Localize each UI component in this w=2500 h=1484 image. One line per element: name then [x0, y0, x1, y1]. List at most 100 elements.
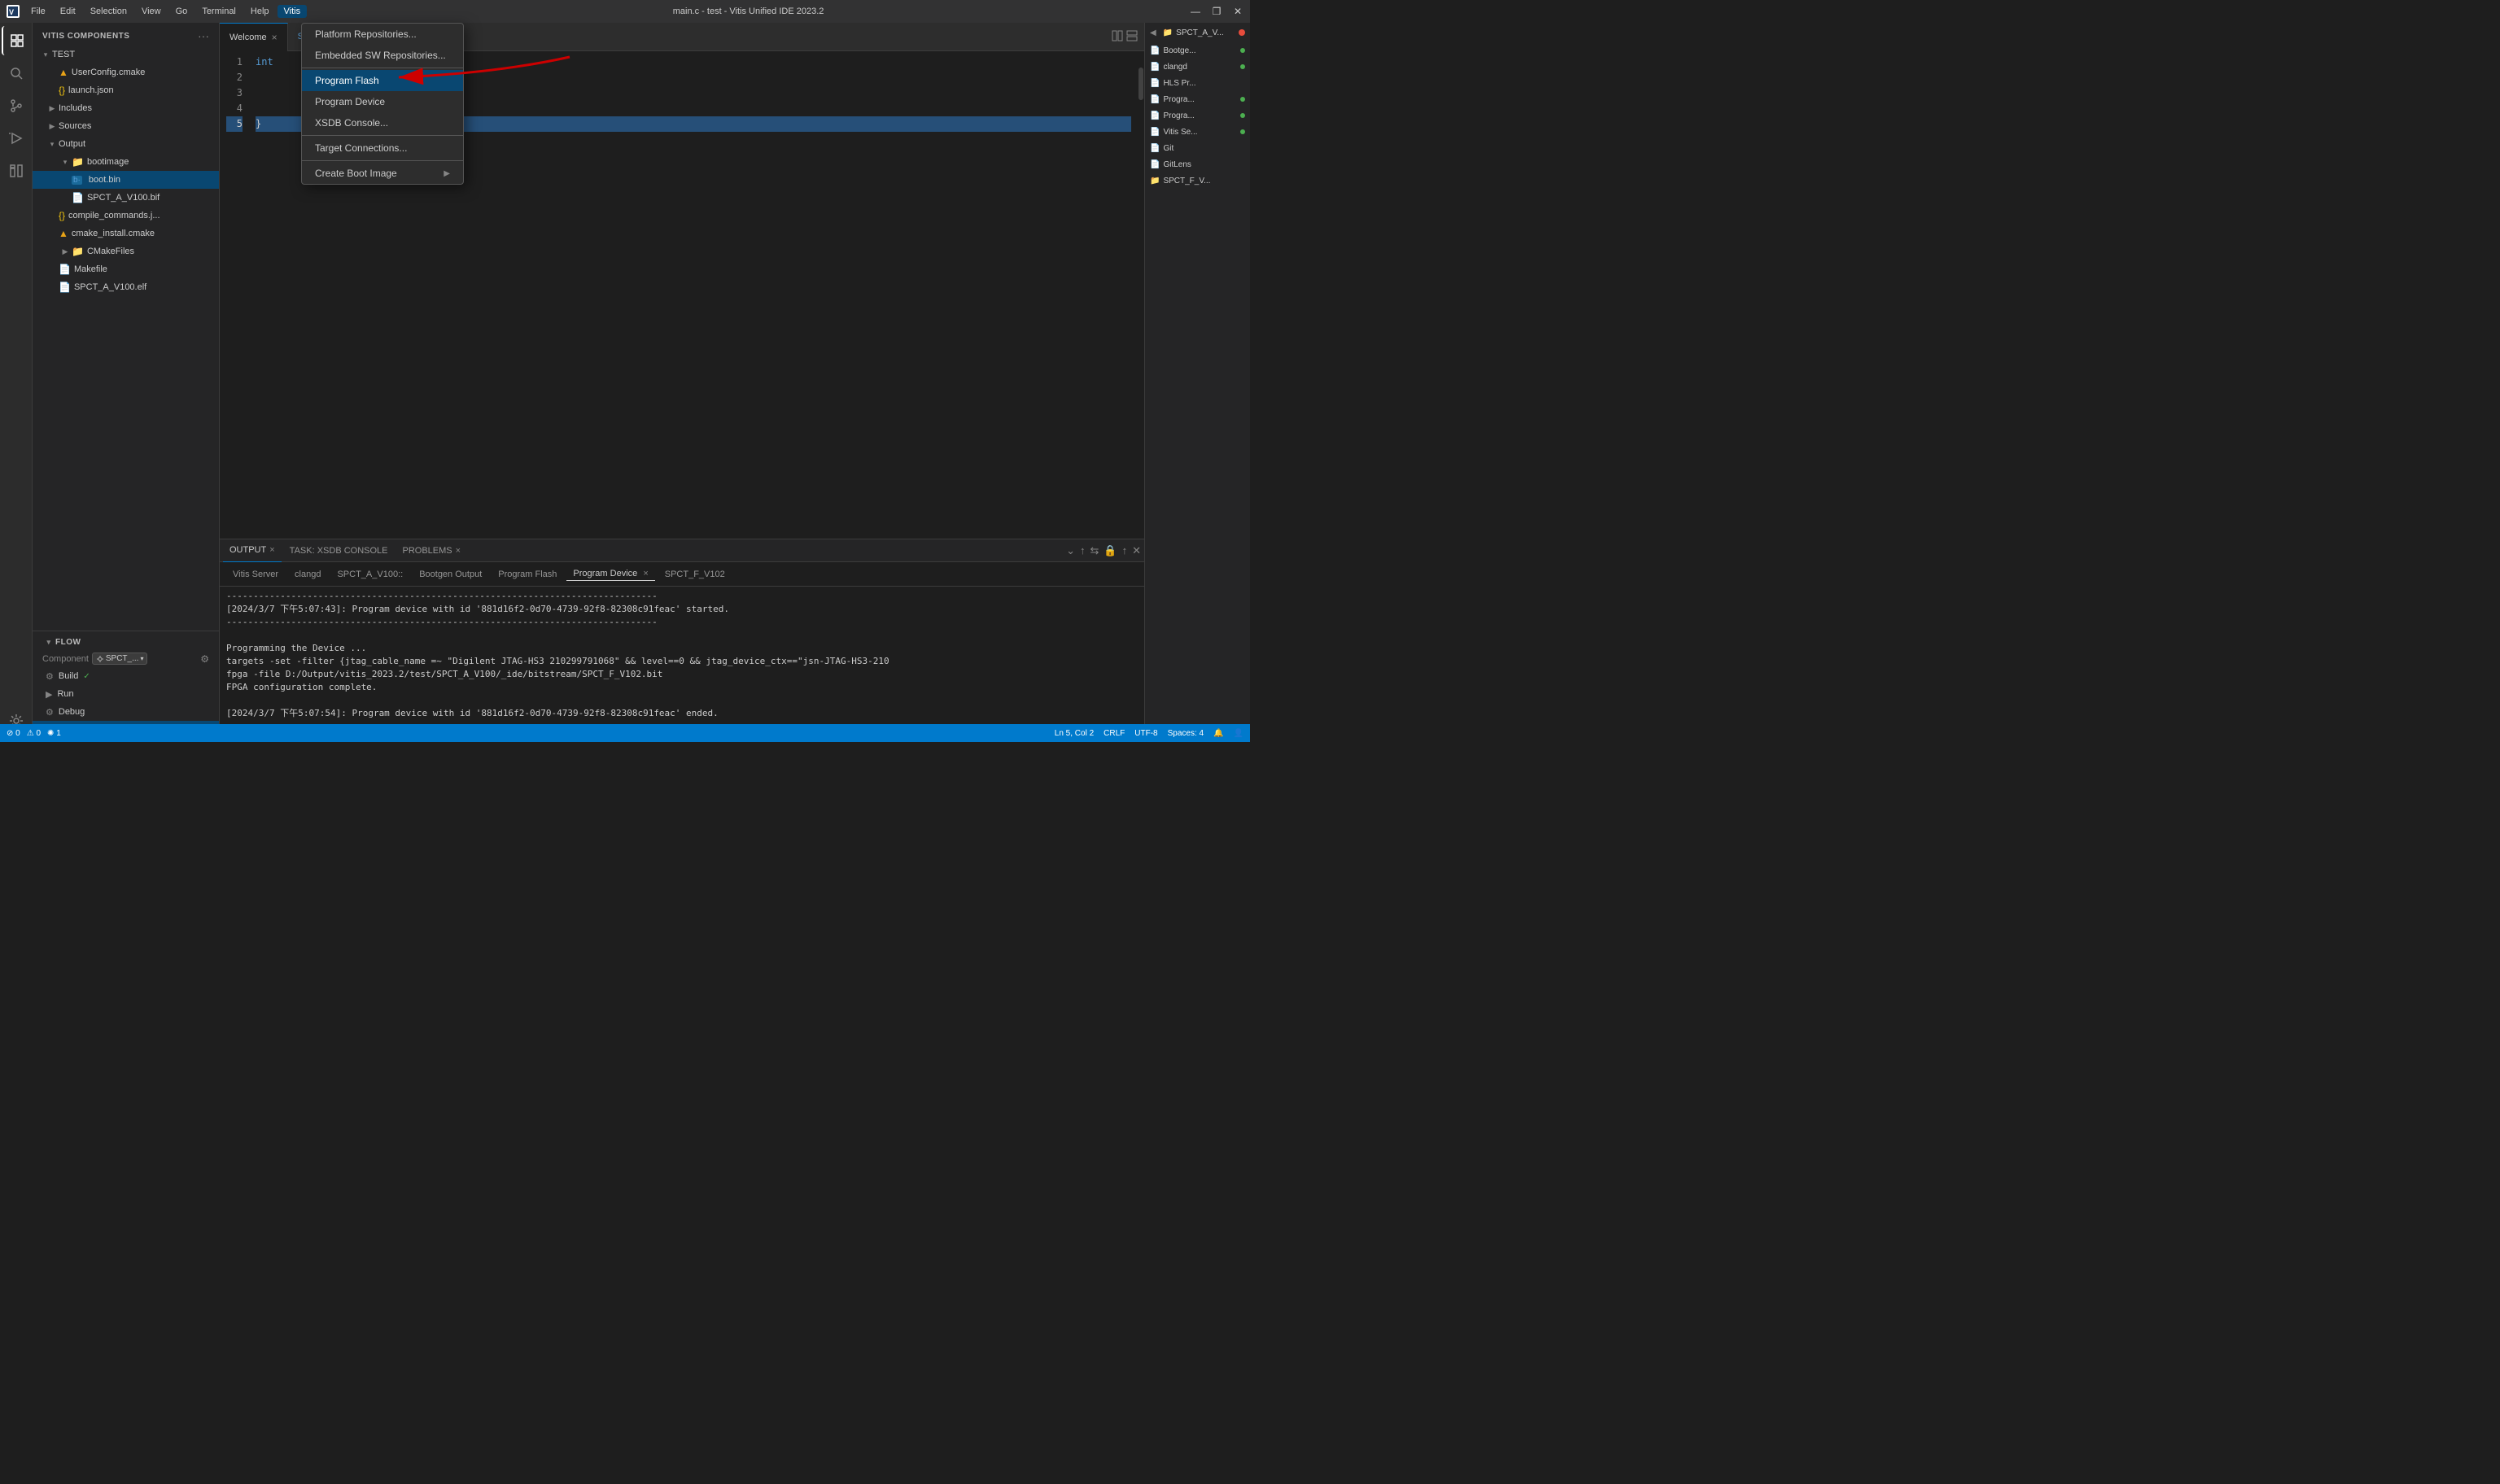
menu-embedded-sw-repos[interactable]: Embedded SW Repositories... [302, 45, 463, 66]
activity-extensions[interactable] [2, 156, 31, 186]
tree-label-bootbin: boot.bin [89, 175, 120, 185]
menu-file[interactable]: File [24, 5, 52, 18]
menu-target-connections[interactable]: Target Connections... [302, 137, 463, 159]
tree-item-launch[interactable]: {} launch.json [33, 81, 219, 99]
tree-item-makefile[interactable]: 📄 Makefile [33, 260, 219, 278]
panel-wrap-icon[interactable]: ⇆ [1090, 544, 1099, 557]
menu-edit[interactable]: Edit [54, 5, 82, 18]
editor-scroll-thumb[interactable] [1139, 68, 1143, 100]
minimize-button[interactable]: — [1190, 6, 1201, 17]
tree-item-elf[interactable]: 📄 SPCT_A_V100.elf [33, 278, 219, 296]
tree-root[interactable]: ▾ TEST [33, 46, 219, 63]
panel-tabs: OUTPUT × TASK: XSDB CONSOLE PROBLEMS × ⌄… [220, 539, 1144, 562]
tree-item-userconfig[interactable]: ▲ UserConfig.cmake [33, 63, 219, 81]
panel-tab-problems[interactable]: PROBLEMS × [396, 539, 468, 562]
sub-tab-clangd[interactable]: clangd [288, 568, 327, 581]
status-user-icon[interactable]: 👤 [1234, 729, 1243, 738]
editor-tab-welcome[interactable]: Welcome × [220, 23, 288, 51]
sub-tab-program-device-close[interactable]: × [643, 569, 648, 578]
flow-action-debug[interactable]: ⚙ Debug [33, 703, 219, 721]
right-panel-item-progra1[interactable]: 📄 Progra... [1145, 91, 1250, 107]
output-content[interactable]: ----------------------------------------… [220, 587, 1144, 742]
panel-expand-icon[interactable]: ⌄ [1066, 544, 1075, 557]
activity-explorer[interactable] [2, 26, 31, 55]
code-keyword-int: int [256, 55, 273, 70]
tab-welcome-close[interactable]: × [272, 32, 278, 43]
flow-action-build[interactable]: ⚙ Build ✓ [33, 667, 219, 685]
tree-item-bootimage[interactable]: ▾ 📁 bootimage [33, 153, 219, 171]
activity-search[interactable] [2, 59, 31, 88]
sub-tab-vitis-server[interactable]: Vitis Server [226, 568, 285, 581]
sub-tab-program-flash[interactable]: Program Flash [492, 568, 563, 581]
panel-collapse-icon[interactable]: ↑ [1080, 544, 1086, 556]
activity-run[interactable] [2, 124, 31, 153]
tree-item-compile[interactable]: {} compile_commands.j... [33, 207, 219, 225]
tree-item-output[interactable]: ▾ Output [33, 135, 219, 153]
right-panel-item-git[interactable]: 📄 Git [1145, 140, 1250, 156]
maximize-button[interactable]: ❐ [1211, 6, 1222, 17]
right-panel-item-clangd[interactable]: 📄 clangd [1145, 59, 1250, 75]
flow-action-run[interactable]: ▶ Run [33, 685, 219, 703]
panel-tab-problems-close[interactable]: × [456, 546, 461, 556]
panel-tab-xsdb[interactable]: TASK: XSDB CONSOLE [283, 539, 395, 562]
activity-source-control[interactable] [2, 91, 31, 120]
menu-program-device[interactable]: Program Device [302, 91, 463, 112]
submenu-arrow-icon: ▶ [444, 169, 450, 178]
right-panel-item-bootgen[interactable]: 📄 Bootge... [1145, 42, 1250, 59]
right-panel-hls-label: HLS Pr... [1163, 79, 1195, 88]
sidebar-title: VITIS COMPONENTS [42, 32, 129, 41]
tree-item-includes[interactable]: ▶ Includes [33, 99, 219, 117]
output-line-6: targets -set -filter {jtag_cable_name =~… [226, 655, 1138, 668]
menu-program-flash[interactable]: Program Flash [302, 70, 463, 91]
menu-terminal[interactable]: Terminal [195, 5, 243, 18]
right-panel-expand-icon[interactable]: ◀ [1150, 28, 1156, 37]
component-select[interactable]: SPCT_... ▾ [92, 653, 148, 665]
right-panel-item-gitlens[interactable]: 📄 GitLens [1145, 156, 1250, 172]
right-panel-item-spctf[interactable]: 📁 SPCT_F_V... [1145, 172, 1250, 189]
menu-view[interactable]: View [135, 5, 168, 18]
sub-tab-program-device[interactable]: Program Device × [566, 567, 654, 581]
panel-close-icon[interactable]: ✕ [1132, 544, 1141, 557]
menu-create-boot-image[interactable]: Create Boot Image ▶ [302, 163, 463, 184]
panel-lock-icon[interactable]: 🔒 [1104, 544, 1117, 557]
panel-tab-output[interactable]: OUTPUT × [223, 539, 282, 562]
status-encoding: UTF-8 [1134, 729, 1157, 738]
right-panel-item-progra2[interactable]: 📄 Progra... [1145, 107, 1250, 124]
menu-vitis[interactable]: Vitis [278, 5, 308, 18]
right-panel-item-hls[interactable]: 📄 HLS Pr... [1145, 75, 1250, 91]
panel-up-icon[interactable]: ↑ [1122, 544, 1128, 556]
flow-settings-icon[interactable]: ⚙ [200, 653, 209, 665]
tree-item-bootbin[interactable]: b· boot.bin [33, 171, 219, 189]
app-logo: V [7, 5, 20, 18]
file-json-icon: {} [59, 85, 65, 96]
tree-arrow-bootimage: ▾ [59, 158, 72, 167]
sub-tab-spct[interactable]: SPCT_A_V100:: [330, 568, 409, 581]
sub-tab-spct-f[interactable]: SPCT_F_V102 [658, 568, 732, 581]
sidebar-more-icon[interactable]: ··· [198, 29, 209, 42]
right-panel: ◀ 📁 SPCT_A_V... 📄 Bootge... 📄 clangd 📄 [1144, 23, 1250, 742]
status-notification-icon[interactable]: 🔔 [1213, 729, 1223, 738]
right-panel-item-vitisse[interactable]: 📄 Vitis Se... [1145, 124, 1250, 140]
tree-item-cmakefiles[interactable]: ▶ 📁 CMakeFiles [33, 242, 219, 260]
tree-item-cmake-install[interactable]: ▲ cmake_install.cmake [33, 225, 219, 242]
sub-tab-bootgen[interactable]: Bootgen Output [413, 568, 488, 581]
menu-go[interactable]: Go [169, 5, 194, 18]
menu-create-boot-image-label: Create Boot Image [315, 168, 397, 179]
menu-program-flash-label: Program Flash [315, 75, 379, 86]
folder-bootimage-icon: 📁 [72, 156, 84, 168]
panel-tab-output-close[interactable]: × [269, 545, 274, 555]
split-vertical-icon[interactable] [1112, 30, 1123, 44]
right-panel-bootgen-dot [1240, 48, 1245, 53]
split-horizontal-icon[interactable] [1126, 30, 1138, 44]
menu-help[interactable]: Help [244, 5, 276, 18]
editor-scrollbar[interactable] [1138, 51, 1144, 539]
flow-header[interactable]: ▾ FLOW [33, 635, 219, 650]
menu-selection[interactable]: Selection [84, 5, 133, 18]
tree-item-bif[interactable]: 📄 SPCT_A_V100.bif [33, 189, 219, 207]
menu-xsdb-console[interactable]: XSDB Console... [302, 112, 463, 133]
menu-platform-repos[interactable]: Platform Repositories... [302, 24, 463, 45]
tree-item-sources[interactable]: ▶ Sources [33, 117, 219, 135]
menu-xsdb-console-label: XSDB Console... [315, 117, 388, 129]
close-button[interactable]: ✕ [1232, 6, 1243, 17]
folder-cmake-icon: 📁 [72, 246, 84, 257]
